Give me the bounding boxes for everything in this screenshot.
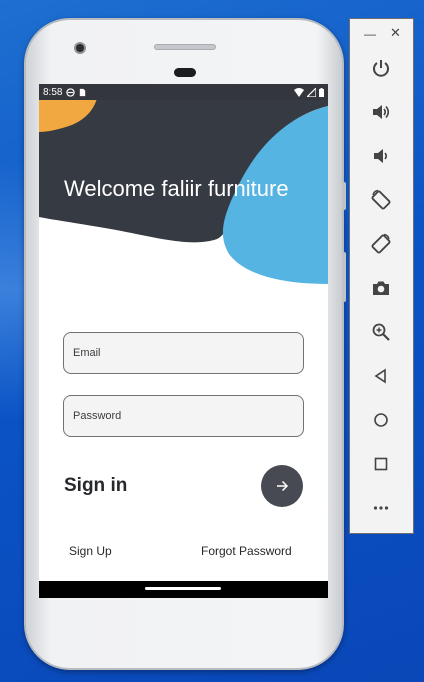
status-time: 8:58 bbox=[43, 86, 63, 98]
back-button[interactable] bbox=[366, 361, 396, 391]
password-placeholder: Password bbox=[73, 410, 122, 422]
zoom-button[interactable] bbox=[366, 317, 396, 347]
volume-down-button[interactable] bbox=[366, 141, 396, 171]
toolbar-window-controls: — ✕ bbox=[350, 23, 413, 45]
rotate-left-button[interactable] bbox=[366, 185, 396, 215]
dnd-icon bbox=[66, 87, 76, 97]
email-placeholder: Email bbox=[73, 347, 101, 359]
emulator-toolbar: — ✕ bbox=[349, 18, 414, 534]
home-button[interactable] bbox=[366, 405, 396, 435]
more-button[interactable] bbox=[366, 493, 396, 523]
more-icon bbox=[373, 506, 389, 510]
screenshot-button[interactable] bbox=[366, 273, 396, 303]
sign-in-button[interactable] bbox=[261, 465, 303, 507]
camera-icon bbox=[373, 281, 389, 295]
phone-side-button bbox=[342, 182, 346, 210]
earpiece-speaker bbox=[154, 44, 216, 50]
sensor-pill bbox=[174, 68, 196, 77]
arrow-right-icon bbox=[277, 480, 289, 492]
wifi-icon bbox=[294, 87, 304, 97]
sim-icon bbox=[80, 88, 86, 96]
signal-icon bbox=[307, 87, 316, 97]
rotate-right-icon bbox=[371, 233, 391, 254]
volume-down-icon bbox=[374, 149, 388, 163]
sign-up-link[interactable]: Sign Up bbox=[69, 544, 112, 558]
rotate-left-icon bbox=[371, 189, 391, 210]
power-button[interactable] bbox=[366, 53, 396, 83]
back-icon bbox=[374, 368, 386, 384]
overview-icon bbox=[374, 457, 388, 471]
welcome-title: Welcome faliir furniture bbox=[64, 176, 289, 201]
front-camera bbox=[74, 42, 86, 54]
overview-button[interactable] bbox=[366, 449, 396, 479]
rotate-right-button[interactable] bbox=[366, 229, 396, 259]
power-icon bbox=[373, 60, 389, 77]
minimize-icon[interactable]: — bbox=[364, 27, 376, 41]
battery-icon bbox=[319, 87, 324, 97]
volume-up-button[interactable] bbox=[366, 97, 396, 127]
system-nav-bar bbox=[39, 581, 328, 598]
zoom-icon bbox=[372, 323, 390, 341]
email-field[interactable]: Email bbox=[63, 332, 304, 374]
sign-in-heading: Sign in bbox=[64, 475, 128, 496]
gesture-handle[interactable] bbox=[145, 587, 221, 590]
close-icon[interactable]: ✕ bbox=[390, 25, 401, 41]
forgot-password-link[interactable]: Forgot Password bbox=[201, 544, 292, 558]
status-bar: 8:58 bbox=[39, 84, 328, 100]
volume-up-icon bbox=[373, 105, 390, 119]
home-icon bbox=[374, 413, 388, 427]
phone-side-button bbox=[342, 252, 346, 302]
password-field[interactable]: Password bbox=[63, 395, 304, 437]
app-screen: 8:58 Welcome faliir furniture Email Pass… bbox=[39, 84, 328, 598]
